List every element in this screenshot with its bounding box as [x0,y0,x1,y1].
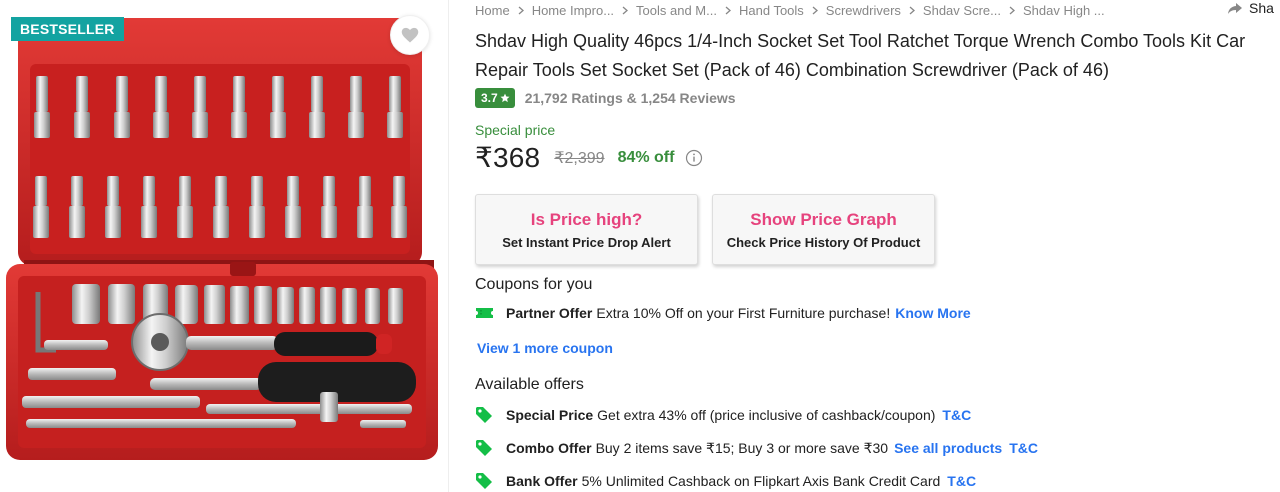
breadcrumb-screwdrivers[interactable]: Screwdrivers [826,3,901,18]
ratings-reviews-count[interactable]: 21,792 Ratings & 1,254 Reviews [525,90,736,106]
offer-text: 5% Unlimited Cashback on Flipkart Axis B… [581,473,941,489]
coupons-heading: Coupons for you [475,276,593,293]
offer-item: Special Price Get extra 43% off (price i… [475,406,971,424]
star-icon [500,93,510,103]
chevron-right-icon [717,6,739,15]
rating-value: 3.7 [481,91,498,105]
panel-divider [448,0,449,492]
share-button[interactable]: Sha [1227,0,1274,16]
offer-tag-icon [475,406,497,424]
available-offers-heading: Available offers [475,376,584,393]
see-all-products-link[interactable]: See all products [894,440,1002,456]
bestseller-badge: BESTSELLER [11,17,124,41]
offer-item: Combo Offer Buy 2 items save ₹15; Buy 3 … [475,439,1038,457]
offer-tag-icon [475,472,497,490]
breadcrumb-home[interactable]: Home [475,3,510,18]
product-title: Shdav High Quality 46pcs 1/4-Inch Socket… [475,31,1246,80]
original-price: ₹2,399 [554,149,605,167]
offer-text: Buy 2 items save ₹15; Buy 3 or more save… [595,439,889,456]
offer-tag-icon [475,439,497,457]
price-drop-alert-subtitle: Set Instant Price Drop Alert [502,234,671,250]
selling-price: ₹368 [475,142,541,173]
offer-type: Bank Offer [506,473,578,489]
breadcrumb: Home Home Impro... Tools and M... Hand T… [475,1,1105,19]
breadcrumb-brand[interactable]: Shdav Scre... [923,3,1001,18]
chevron-right-icon [614,6,636,15]
product-details: Home Home Impro... Tools and M... Hand T… [475,0,1280,492]
chevron-right-icon [804,6,826,15]
info-icon[interactable] [685,149,703,167]
view-more-coupon-link[interactable]: View 1 more coupon [477,340,613,356]
price-drop-alert-title: Is Price high? [530,209,643,229]
coupon-ticket-icon [475,306,497,320]
know-more-link[interactable]: Know More [895,305,970,321]
rating-badge[interactable]: 3.7 [475,88,515,108]
breadcrumb-product[interactable]: Shdav High ... [1023,3,1105,18]
breadcrumb-hand-tools[interactable]: Hand Tools [739,3,804,18]
terms-link[interactable]: T&C [1009,440,1038,456]
breadcrumb-tools[interactable]: Tools and M... [636,3,717,18]
product-image-panel: BESTSELLER [0,0,448,492]
coupon-text: Extra 10% Off on your First Furniture pu… [596,305,891,321]
price-drop-alert-button[interactable]: Is Price high? Set Instant Price Drop Al… [475,194,698,265]
share-label: Sha [1249,0,1274,16]
special-price-label: Special price [475,122,556,138]
chevron-right-icon [1001,6,1023,15]
price-graph-button[interactable]: Show Price Graph Check Price History Of … [712,194,935,265]
chevron-right-icon [901,6,923,15]
rating-row: 3.7 21,792 Ratings & 1,254 Reviews [475,88,736,108]
discount-percent: 84% off [617,148,675,166]
terms-link[interactable]: T&C [947,473,976,489]
share-icon [1228,2,1242,14]
breadcrumb-home-improvement[interactable]: Home Impro... [532,3,614,18]
offer-item: Bank Offer 5% Unlimited Cashback on Flip… [475,472,976,490]
price-graph-subtitle: Check Price History Of Product [726,234,921,250]
offer-type: Special Price [506,407,594,423]
chevron-right-icon [510,6,532,15]
price-row: ₹368 ₹2,399 84% off [475,141,703,174]
offer-type: Combo Offer [506,440,592,456]
offer-text: Get extra 43% off (price inclusive of ca… [597,407,936,423]
product-photo[interactable] [0,10,448,462]
heart-icon [401,27,419,43]
price-graph-title: Show Price Graph [750,209,897,229]
coupon-item: Partner Offer Extra 10% Off on your Firs… [475,305,971,321]
wishlist-button[interactable] [390,15,430,55]
coupon-type: Partner Offer [506,305,593,321]
terms-link[interactable]: T&C [942,407,971,423]
